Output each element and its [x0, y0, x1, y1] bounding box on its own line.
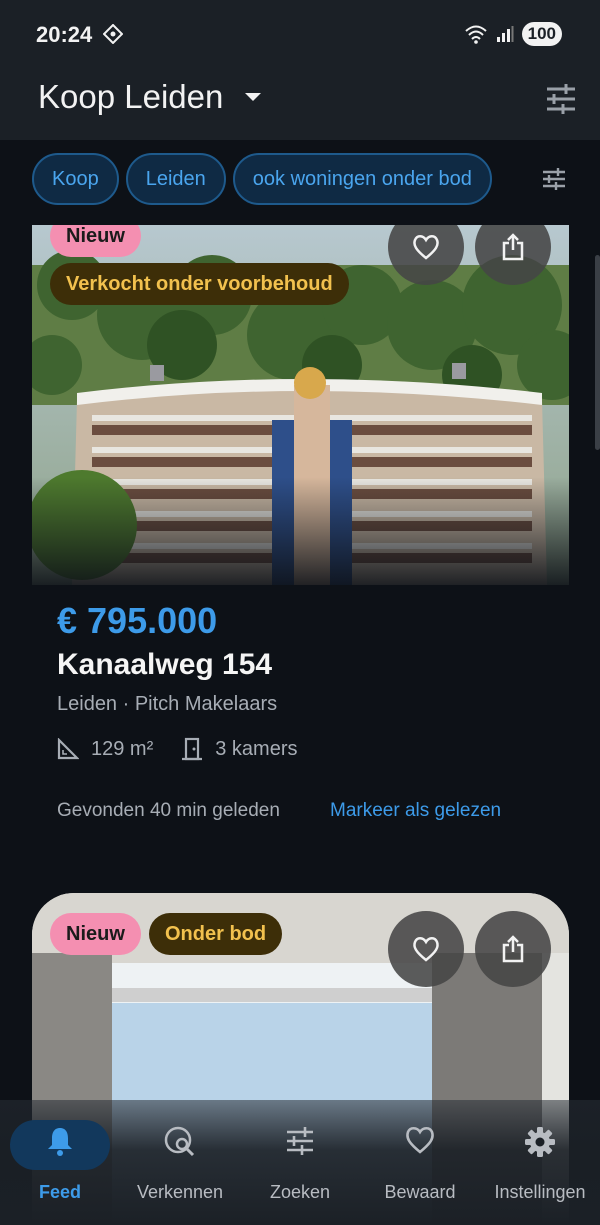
- chip-filter-icon[interactable]: [541, 167, 567, 191]
- explore-search-icon: [164, 1126, 195, 1157]
- filter-settings-icon[interactable]: [544, 82, 578, 116]
- share-icon: [502, 233, 524, 261]
- app-bar: Koop Leiden: [0, 68, 600, 140]
- listing-photo[interactable]: Nieuw Verkocht onder voorbehoud: [32, 225, 569, 585]
- notification-icon: [103, 24, 123, 44]
- tune-icon: [287, 1127, 313, 1155]
- favorite-button-2[interactable]: [388, 911, 464, 987]
- listing-address[interactable]: Kanaalweg 154: [57, 648, 272, 682]
- nav-label-zoeken: Zoeken: [269, 1182, 331, 1202]
- nav-item-feed[interactable]: Feed: [0, 1100, 120, 1225]
- spec-area: 129 m²: [57, 738, 153, 761]
- badge-status-2: Onder bod: [149, 913, 283, 955]
- nav-label-verkennen: Verkennen: [136, 1182, 224, 1202]
- chip-koop[interactable]: Koop: [32, 153, 119, 205]
- badge-status: Verkocht onder voorbehoud: [50, 263, 349, 305]
- status-indicators: 100: [464, 22, 562, 46]
- badge-new-2: Nieuw: [50, 913, 141, 955]
- area-icon: [57, 738, 79, 760]
- nav-label-bewaard: Bewaard: [384, 1182, 456, 1202]
- signal-icon: [496, 26, 514, 42]
- found-timestamp: Gevonden 40 min geleden: [57, 800, 280, 821]
- nav-item-instellingen[interactable]: Instellingen: [480, 1100, 600, 1225]
- share-button-2[interactable]: [475, 911, 551, 987]
- status-time: 20:24: [36, 22, 93, 47]
- nav-label-feed: Feed: [38, 1182, 81, 1202]
- page-title[interactable]: Koop Leiden: [38, 78, 223, 116]
- nav-item-zoeken[interactable]: Zoeken: [240, 1100, 360, 1225]
- heart-icon: [413, 235, 439, 260]
- listing-specs: 129 m² 3 kamers: [57, 737, 326, 761]
- nav-label-instellingen: Instellingen: [494, 1182, 586, 1202]
- filter-chips: Koop Leiden ook woningen onder bod: [32, 153, 492, 205]
- listing-location-agent: Leiden · Pitch Makelaars: [57, 693, 278, 715]
- wifi-icon: [464, 25, 487, 44]
- spec-area-value: 129 m²: [91, 737, 154, 760]
- spec-rooms-value: 3 kamers: [215, 737, 298, 760]
- listing-price: € 795.000: [57, 600, 218, 641]
- status-bar: 20:24 100: [0, 0, 600, 68]
- chip-onder-bod[interactable]: ook woningen onder bod: [232, 153, 492, 205]
- nav-item-bewaard[interactable]: Bewaard: [360, 1100, 480, 1225]
- mark-as-read-link[interactable]: Markeer als gelezen: [330, 800, 501, 822]
- gear-icon: [525, 1127, 555, 1157]
- badge-new: Nieuw: [50, 225, 141, 257]
- bell-icon: [48, 1128, 72, 1156]
- share-icon: [502, 935, 524, 963]
- door-icon: [182, 737, 203, 761]
- bottom-navigation: Feed Verkennen Zoeken Bewaard Instelling…: [0, 1100, 600, 1225]
- battery-indicator: 100: [521, 22, 562, 46]
- nav-item-verkennen[interactable]: Verkennen: [120, 1100, 240, 1225]
- heart-icon: [413, 937, 439, 962]
- heart-icon: [406, 1126, 434, 1154]
- spec-rooms: 3 kamers: [181, 737, 298, 761]
- chip-leiden[interactable]: Leiden: [125, 153, 226, 205]
- scrollbar[interactable]: [595, 255, 600, 450]
- dropdown-caret-icon[interactable]: [244, 92, 262, 102]
